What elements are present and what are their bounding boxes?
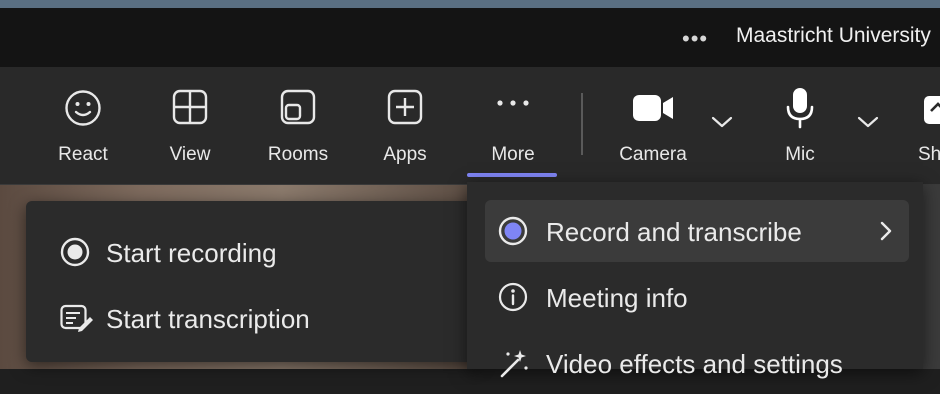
start-recording-item[interactable]: Start recording — [26, 221, 479, 281]
title-bar: ••• Maastricht University — [0, 8, 940, 67]
rooms-label: Rooms — [267, 144, 329, 165]
more-label: More — [491, 144, 535, 165]
more-button[interactable]: More — [478, 67, 548, 184]
transcript-icon — [60, 303, 94, 338]
grid-icon — [172, 89, 208, 130]
camera-label: Camera — [619, 144, 687, 165]
video-effects-item[interactable]: Video effects and settings — [485, 332, 909, 394]
more-active-indicator — [467, 173, 557, 177]
camera-button[interactable]: Camera — [612, 67, 694, 184]
meeting-info-label: Meeting info — [546, 283, 688, 313]
video-effects-label: Video effects and settings — [546, 349, 843, 379]
window-top-strip — [0, 0, 940, 8]
record-and-transcribe-label: Record and transcribe — [546, 217, 802, 247]
info-icon — [498, 282, 528, 317]
react-label: React — [58, 144, 108, 165]
apps-button[interactable]: Apps — [370, 67, 440, 184]
more-menu: Record and transcribe Meeting info Video… — [467, 182, 923, 379]
microphone-icon — [785, 87, 815, 134]
camera-icon — [632, 93, 674, 128]
react-button[interactable]: React — [48, 67, 118, 184]
meeting-info-item[interactable]: Meeting info — [485, 266, 909, 328]
magic-wand-icon — [498, 348, 530, 385]
meeting-toolbar: React View Rooms Apps More Camera Mic Sh — [0, 67, 940, 185]
share-icon — [923, 95, 940, 130]
apps-label: Apps — [383, 144, 427, 165]
mic-options-chevron-icon[interactable] — [857, 115, 879, 134]
record-submenu: Start recording Start transcription — [26, 201, 479, 362]
apps-plus-icon — [387, 89, 423, 130]
toolbar-divider — [581, 93, 583, 155]
chevron-right-icon — [879, 220, 893, 247]
view-button[interactable]: View — [155, 67, 225, 184]
start-transcription-item[interactable]: Start transcription — [26, 287, 479, 347]
rooms-icon — [280, 89, 316, 130]
rooms-button[interactable]: Rooms — [258, 67, 338, 184]
mic-label: Mic — [785, 144, 815, 165]
record-and-transcribe-item[interactable]: Record and transcribe — [485, 200, 909, 262]
record-filled-icon — [498, 216, 528, 251]
start-recording-label: Start recording — [106, 238, 277, 268]
mic-button[interactable]: Mic — [772, 67, 828, 184]
share-label: Sh — [918, 144, 940, 165]
start-transcription-label: Start transcription — [106, 304, 310, 334]
camera-options-chevron-icon[interactable] — [711, 115, 733, 134]
record-icon — [60, 237, 90, 272]
organization-name[interactable]: Maastricht University — [736, 24, 931, 48]
ellipsis-icon — [495, 95, 531, 113]
title-more-button[interactable]: ••• — [682, 26, 708, 52]
smiley-icon — [64, 89, 102, 132]
share-button[interactable]: Sh — [918, 67, 940, 184]
view-label: View — [169, 144, 211, 165]
